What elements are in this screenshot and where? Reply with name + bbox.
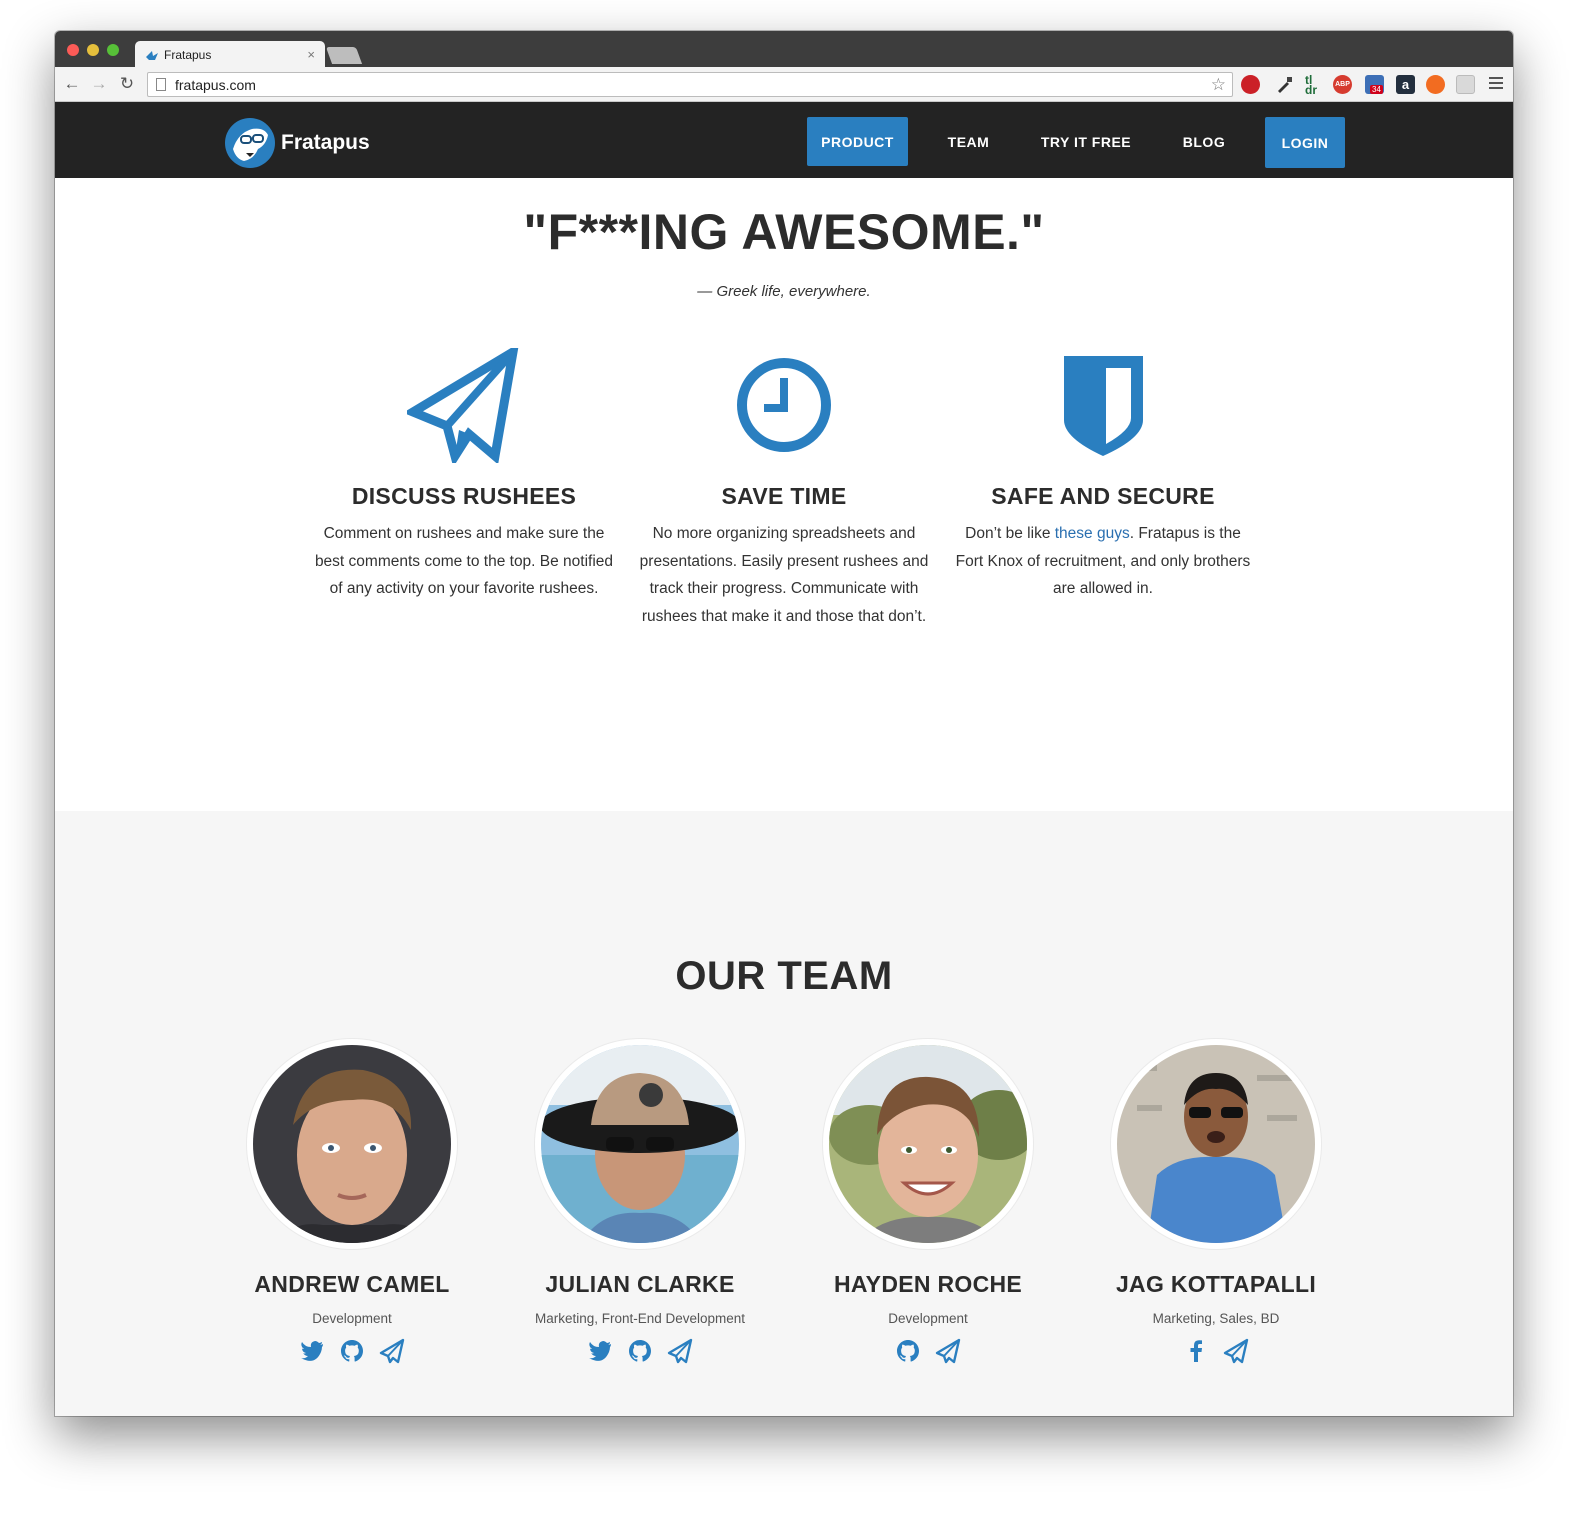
- feature-title: SAVE TIME: [721, 483, 847, 509]
- feature-safe-and-secure: SAFE AND SECURE Don’t be like these guys…: [953, 348, 1253, 603]
- zoom-window-button[interactable]: [107, 44, 119, 56]
- feature-discuss-rushees: DISCUSS RUSHEES Comment on rushees and m…: [314, 348, 614, 603]
- feature-title: SAFE AND SECURE: [991, 483, 1215, 509]
- team-section: OUR TEAM ANDREW CAMEL Development JULIAN…: [55, 811, 1513, 1416]
- member-name: ANDREW CAMEL: [254, 1271, 450, 1297]
- brand-link[interactable]: Fratapus: [224, 117, 370, 169]
- social-links: [500, 1338, 780, 1364]
- tab-title: Fratapus: [164, 47, 212, 62]
- close-window-button[interactable]: [67, 44, 79, 56]
- avatar: [823, 1039, 1039, 1249]
- github-icon[interactable]: [339, 1338, 365, 1364]
- browser-menu-icon[interactable]: [1489, 77, 1503, 92]
- reload-icon[interactable]: ↻: [117, 74, 137, 94]
- back-icon[interactable]: ←: [62, 74, 82, 94]
- member-role: Development: [312, 1311, 392, 1326]
- extension-badge-count: 34: [1370, 85, 1383, 94]
- tldr-icon[interactable]: tl dr: [1305, 74, 1324, 96]
- paper-plane-icon[interactable]: [935, 1338, 961, 1364]
- feature-save-time: SAVE TIME No more organizing spreadsheet…: [634, 348, 934, 630]
- browser-tab[interactable]: Fratapus ×: [135, 41, 325, 68]
- fratapus-favicon-icon: [146, 50, 158, 60]
- url-text[interactable]: fratapus.com: [175, 77, 1211, 93]
- team-member-card: ANDREW CAMEL Development: [212, 1039, 492, 1364]
- shield-icon: [1063, 356, 1143, 456]
- paper-plane-icon: [406, 348, 518, 463]
- new-tab-button[interactable]: [325, 47, 363, 64]
- member-photo: [253, 1045, 451, 1243]
- paper-plane-icon[interactable]: [379, 1338, 405, 1364]
- member-role: Marketing, Sales, BD: [1152, 1311, 1280, 1326]
- amazon-icon[interactable]: a: [1396, 75, 1415, 94]
- team-title: OUR TEAM: [675, 954, 893, 998]
- social-links: [788, 1338, 1068, 1364]
- avatar: [247, 1039, 457, 1249]
- github-icon[interactable]: [895, 1338, 921, 1364]
- page-icon: [156, 78, 166, 91]
- team-member-card: JAG KOTTAPALLI Marketing, Sales, BD: [1076, 1039, 1356, 1364]
- pinterest-icon[interactable]: [1241, 75, 1260, 94]
- team-member-card: HAYDEN ROCHE Development: [788, 1039, 1068, 1364]
- hero-quote: "F***ING AWESOME.": [523, 204, 1045, 260]
- feature-description: No more organizing spreadsheets and pres…: [639, 525, 929, 625]
- nav-product[interactable]: PRODUCT: [807, 117, 908, 166]
- extension-badge-icon[interactable]: 34: [1365, 75, 1384, 94]
- brand-name: Fratapus: [281, 131, 370, 154]
- eyedropper-icon[interactable]: [1275, 75, 1294, 94]
- social-links: [212, 1338, 492, 1364]
- feature-description: Comment on rushees and make sure the bes…: [314, 525, 614, 597]
- forward-icon[interactable]: →: [89, 74, 109, 94]
- tab-close-icon[interactable]: ×: [307, 47, 315, 62]
- member-photo: [540, 1045, 740, 1243]
- feature-description: Don’t be like these guys. Fratapus is th…: [953, 520, 1253, 603]
- twitter-icon[interactable]: [587, 1338, 613, 1364]
- team-member-card: JULIAN CLARKE Marketing, Front-End Devel…: [500, 1039, 780, 1364]
- feature-text-before: Don’t be like: [965, 525, 1055, 542]
- site-navbar: Fratapus PRODUCT TEAM TRY IT FREE BLOG L…: [55, 102, 1513, 178]
- member-name: JAG KOTTAPALLI: [1115, 1271, 1317, 1297]
- minimize-window-button[interactable]: [87, 44, 99, 56]
- bookmark-star-icon[interactable]: ☆: [1211, 75, 1226, 95]
- member-name: JULIAN CLARKE: [545, 1271, 735, 1297]
- honey-icon[interactable]: [1426, 75, 1445, 94]
- browser-window: Fratapus × ← → ↻ fratapus.com ☆ tl dr ABP…: [55, 31, 1513, 1416]
- address-bar[interactable]: fratapus.com ☆: [147, 72, 1233, 97]
- feature-title: DISCUSS RUSHEES: [351, 483, 577, 509]
- paper-plane-icon[interactable]: [667, 1338, 693, 1364]
- nav-team[interactable]: TEAM: [931, 117, 1006, 166]
- browser-toolbar: ← → ↻ fratapus.com ☆ tl dr ABP 34 a: [55, 67, 1513, 102]
- member-photo: [1117, 1045, 1315, 1243]
- avatar: [1111, 1039, 1321, 1249]
- member-role: Development: [888, 1311, 968, 1326]
- member-photo: [829, 1045, 1039, 1243]
- nav-login-button[interactable]: LOGIN: [1265, 117, 1345, 168]
- nav-blog[interactable]: BLOG: [1166, 117, 1242, 166]
- nav-try-it-free[interactable]: TRY IT FREE: [1030, 117, 1142, 166]
- member-role: Marketing, Front-End Development: [534, 1311, 746, 1326]
- inactive-extension-icon[interactable]: [1456, 75, 1475, 94]
- member-name: HAYDEN ROCHE: [833, 1271, 1023, 1297]
- hero-citation: — Greek life, everywhere.: [697, 283, 871, 300]
- clock-icon: [736, 358, 831, 452]
- facebook-icon[interactable]: [1183, 1338, 1209, 1364]
- avatar: [535, 1039, 745, 1249]
- tab-strip: Fratapus ×: [55, 31, 1513, 68]
- twitter-icon[interactable]: [299, 1338, 325, 1364]
- adblock-icon[interactable]: ABP: [1333, 75, 1352, 94]
- social-links: [1076, 1338, 1356, 1364]
- these-guys-link[interactable]: these guys: [1055, 525, 1130, 542]
- github-icon[interactable]: [627, 1338, 653, 1364]
- fratapus-logo-icon: [225, 118, 275, 168]
- paper-plane-icon[interactable]: [1223, 1338, 1249, 1364]
